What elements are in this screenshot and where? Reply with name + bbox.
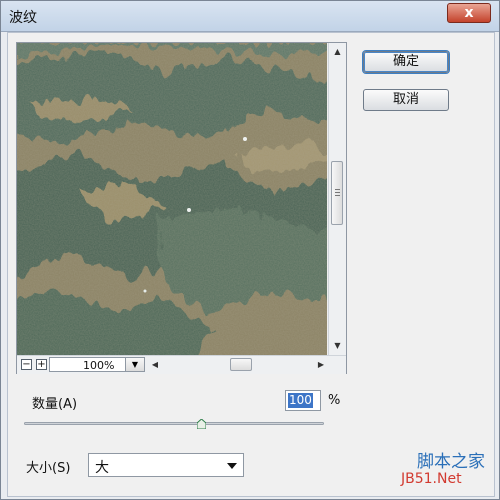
scroll-up-arrow-icon[interactable]: ▲ <box>329 45 346 59</box>
amount-input[interactable]: 100 <box>285 390 321 411</box>
preview-vertical-scrollbar[interactable]: ▲ ▼ <box>328 43 346 355</box>
grip-line <box>335 195 340 196</box>
dialog-body: ▲ ▼ − + 100% ▼ ◀ ▶ 确定 取消 数量(A) 100 % 大小(… <box>7 32 495 497</box>
close-icon: x <box>464 5 474 21</box>
dialog-title: 波纹 <box>9 10 37 26</box>
plus-icon: + <box>37 359 46 370</box>
chevron-down-icon[interactable] <box>227 463 237 469</box>
amount-value: 100 <box>288 393 313 408</box>
zoom-out-button[interactable]: − <box>21 359 32 370</box>
grip-line <box>335 189 340 190</box>
watermark-logo: 脚本之家 JB51.Net <box>401 447 491 489</box>
scroll-down-arrow-icon[interactable]: ▼ <box>329 339 346 353</box>
watermark-line2: JB51.Net <box>401 471 462 487</box>
zoom-dropdown-button[interactable]: ▼ <box>125 358 144 371</box>
close-button[interactable]: x <box>447 3 491 23</box>
title-bar[interactable]: 波纹 x <box>1 1 499 32</box>
preview-panel: ▲ ▼ − + 100% ▼ ◀ ▶ <box>16 42 347 374</box>
preview-image[interactable] <box>17 43 327 355</box>
preview-horizontal-scrollbar[interactable]: ◀ ▶ <box>150 358 326 372</box>
size-select-value: 大 <box>95 460 109 476</box>
minus-icon: − <box>22 359 31 370</box>
grip-line <box>335 192 340 193</box>
ripple-preview-texture <box>17 43 327 355</box>
ok-button[interactable]: 确定 <box>363 51 449 73</box>
ripple-dialog: 波纹 x ▲ ▼ − + 100% ▼ ◀ ▶ 确定 取消 数量(A) 100 … <box>0 0 500 500</box>
horizontal-scroll-thumb[interactable] <box>230 358 252 371</box>
zoom-level-field[interactable]: 100% ▼ <box>49 357 145 372</box>
preview-zoom-bar: − + 100% ▼ ◀ ▶ <box>17 355 346 374</box>
scroll-right-arrow-icon[interactable]: ▶ <box>316 358 326 372</box>
amount-label: 数量(A) <box>32 397 78 412</box>
size-label: 大小(S) <box>26 461 71 476</box>
scroll-left-arrow-icon[interactable]: ◀ <box>150 358 160 372</box>
zoom-level-value: 100% <box>83 359 115 372</box>
amount-unit: % <box>328 393 341 408</box>
chevron-down-icon: ▼ <box>131 360 139 369</box>
zoom-in-button[interactable]: + <box>36 359 47 370</box>
amount-slider-track[interactable] <box>24 422 324 425</box>
size-select[interactable]: 大 <box>88 453 244 477</box>
ok-button-label: 确定 <box>392 54 419 69</box>
vertical-scroll-thumb[interactable] <box>331 161 343 225</box>
cancel-button-label: 取消 <box>392 92 419 107</box>
watermark-line1: 脚本之家 <box>417 452 485 472</box>
amount-slider-thumb[interactable] <box>196 419 206 429</box>
cancel-button[interactable]: 取消 <box>363 89 449 111</box>
